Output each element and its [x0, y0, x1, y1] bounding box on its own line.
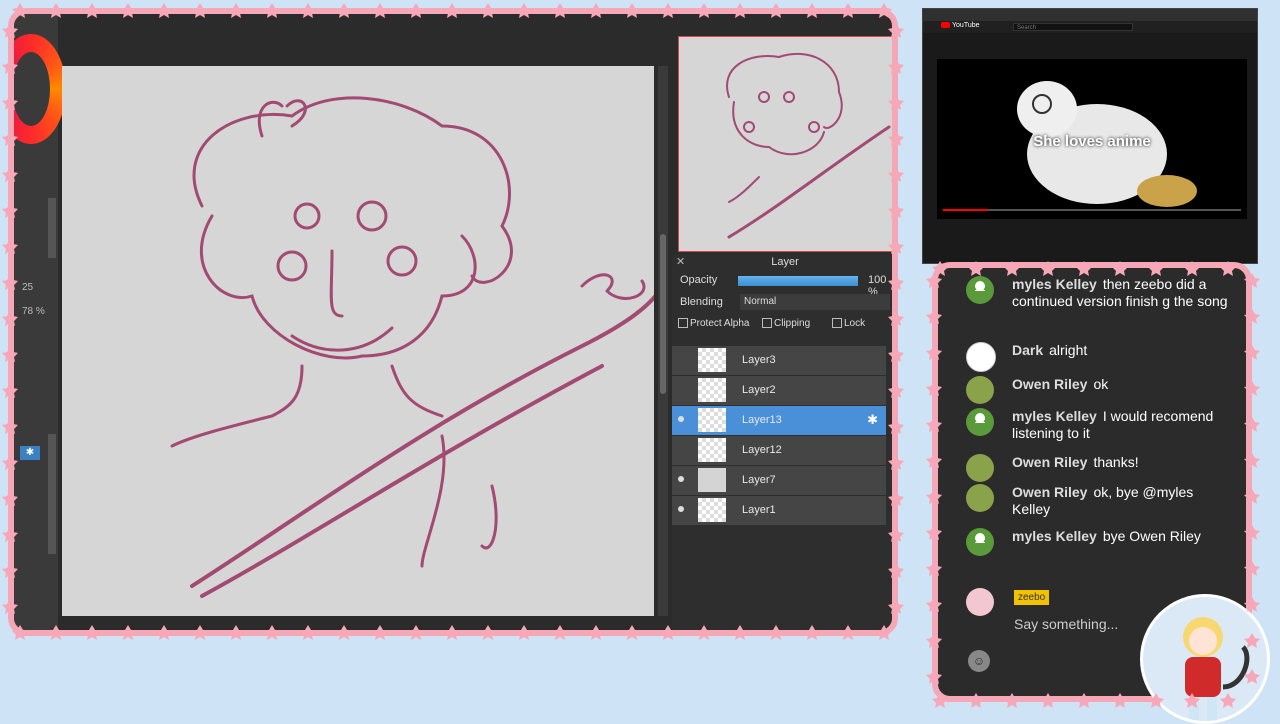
layer-panel: ✕ Layer Opacity 100 % Blending Normal Pr… [672, 254, 892, 630]
browser-tab-bar [923, 9, 1257, 21]
chat-text: thanks! [1093, 454, 1139, 470]
video-progress-fill [943, 209, 988, 211]
blending-label: Blending [680, 296, 723, 308]
layer-list: Layer3 Layer2 Layer13 ✱ Layer12 Layer7 Layer1 [672, 346, 886, 526]
chat-text: alright [1049, 342, 1088, 358]
youtube-logo[interactable]: YouTube [941, 22, 980, 29]
user-avatar[interactable] [966, 528, 994, 556]
layer-name: Layer3 [742, 354, 776, 366]
lock-checkbox[interactable]: Lock [832, 318, 865, 329]
layer-thumbnail [698, 408, 726, 432]
layer-thumbnail [698, 468, 726, 492]
chat-text: bye Owen Riley [1102, 528, 1201, 544]
layer-row[interactable]: Layer12 [672, 436, 886, 466]
chat-message-body: Owen Riley ok, bye @myles Kelley [1012, 484, 1232, 518]
user-avatar[interactable] [966, 454, 994, 482]
layer-name: Layer13 [742, 414, 782, 426]
chat-message-body: myles Kelley I would recomend listening t… [1012, 408, 1232, 442]
opacity-slider-fill [738, 276, 858, 286]
search-input[interactable]: Search [1013, 23, 1133, 31]
video-browser-window: YouTube Search She loves anime [922, 8, 1258, 264]
chat-username[interactable]: Owen Riley [1012, 376, 1087, 392]
visibility-eye-icon[interactable] [678, 506, 684, 512]
gear-icon[interactable]: ✱ [20, 446, 40, 460]
layer-row[interactable]: Layer1 [672, 496, 886, 526]
video-player[interactable]: She loves anime [937, 59, 1247, 219]
user-avatar[interactable] [966, 342, 996, 372]
opacity-slider[interactable] [738, 276, 858, 286]
opacity-row: Opacity 100 % [672, 270, 892, 298]
brush-opacity-value[interactable]: 78 % [22, 306, 45, 317]
chat-username[interactable]: myles Kelley [1012, 276, 1097, 292]
navigator-preview[interactable] [678, 36, 892, 252]
layer-name: Layer12 [742, 444, 782, 456]
chat-text: ok [1093, 376, 1109, 392]
protect-alpha-label: Protect Alpha [690, 318, 750, 329]
chat-message-body: myles Kelley bye Owen Riley [1012, 528, 1232, 545]
chat-message-body: Owen Riley ok [1012, 376, 1232, 393]
gear-icon[interactable]: ✱ [867, 412, 878, 428]
layer-thumbnail [698, 378, 726, 402]
navigator-thumbnail [726, 52, 891, 239]
opacity-label: Opacity [680, 274, 718, 286]
chat-username[interactable]: Dark [1012, 342, 1043, 358]
layer-thumbnail [698, 498, 726, 522]
protect-alpha-checkbox[interactable]: Protect Alpha [678, 318, 749, 329]
current-user-badge: zeebo [1014, 590, 1050, 605]
streamer-avatar [1140, 594, 1270, 724]
visibility-eye-icon[interactable] [678, 476, 684, 482]
user-avatar[interactable] [966, 376, 994, 404]
layer-row[interactable]: Layer3 [672, 346, 886, 376]
chat-message-body: myles Kelley then zeebo did a continued v… [1012, 276, 1232, 310]
left-toolbar: 25 78 % ✱ [14, 14, 66, 630]
layer-name: Layer7 [742, 474, 776, 486]
drawing-canvas[interactable] [62, 66, 664, 616]
emoji-icon[interactable]: ☺ [968, 650, 990, 672]
youtube-header: YouTube Search [923, 21, 1257, 33]
layer-thumbnail [698, 438, 726, 462]
visibility-eye-icon[interactable] [678, 416, 684, 422]
layer-row[interactable]: Layer13 ✱ [672, 406, 886, 436]
layer-name: Layer1 [742, 504, 776, 516]
drawing-app-window: 25 78 % ✱ ✕ Layer Opacity 100 % Blending… [8, 8, 898, 636]
video-progress-bar[interactable] [943, 209, 1241, 211]
layer-row[interactable]: Layer2 [672, 376, 886, 406]
chat-username[interactable]: myles Kelley [1012, 528, 1097, 544]
color-wheel[interactable] [14, 34, 66, 144]
chat-username[interactable]: Owen Riley [1012, 454, 1087, 470]
layer-row[interactable]: Layer7 [672, 466, 886, 496]
layer-options-row: Protect Alpha Clipping Lock [672, 314, 892, 336]
chat-message-body: Owen Riley thanks! [1012, 454, 1232, 471]
canvas-scroll-thumb[interactable] [660, 234, 666, 394]
layer-name: Layer2 [742, 384, 776, 396]
user-avatar[interactable] [966, 276, 994, 304]
blending-row: Blending Normal [672, 292, 892, 314]
video-caption: She loves anime [1033, 133, 1151, 150]
chat-message-body: Dark alright [1012, 342, 1232, 359]
user-avatar[interactable] [966, 408, 994, 436]
youtube-logo-text: YouTube [952, 22, 980, 29]
sketch-drawing [170, 96, 664, 598]
toolbar-scrollbar-lower[interactable] [48, 434, 56, 554]
layer-panel-header: ✕ Layer [672, 254, 892, 270]
chat-input[interactable]: Say something... [1014, 616, 1118, 632]
layer-thumbnail [698, 348, 726, 372]
streamer-avatar-illustration [1183, 617, 1250, 721]
brush-size-value[interactable]: 25 [22, 282, 33, 293]
lock-label: Lock [844, 318, 866, 329]
clipping-label: Clipping [774, 318, 811, 329]
chat-username[interactable]: myles Kelley [1012, 408, 1097, 424]
current-user-avatar [966, 588, 994, 616]
user-avatar[interactable] [966, 484, 994, 512]
chat-username[interactable]: Owen Riley [1012, 484, 1087, 500]
clipping-checkbox[interactable]: Clipping [762, 318, 810, 329]
layer-panel-title: Layer [771, 256, 799, 268]
blending-select[interactable]: Normal [740, 294, 890, 310]
toolbar-scrollbar[interactable] [48, 198, 56, 258]
close-icon[interactable]: ✕ [676, 254, 685, 270]
